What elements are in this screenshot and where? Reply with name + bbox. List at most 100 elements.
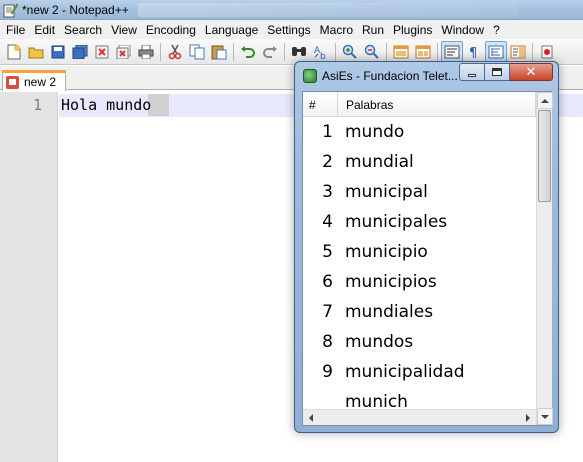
scroll-up-button[interactable]: [537, 92, 553, 109]
item-number: 6: [322, 272, 333, 292]
menu-bar: File Edit Search View Encoding Language …: [0, 20, 583, 39]
zoom-in-button[interactable]: [339, 41, 361, 63]
list-item[interactable]: 5 municipio: [303, 237, 536, 267]
scroll-left-button[interactable]: [303, 410, 319, 426]
item-word: mundos: [345, 332, 414, 352]
close-window-button[interactable]: ✕: [510, 63, 553, 81]
sync-vertical-icon: [393, 45, 409, 58]
list-item[interactable]: 2 mundial: [303, 147, 536, 177]
background-window-hint: [138, 3, 518, 17]
vertical-scrollbar[interactable]: [536, 92, 553, 425]
item-word: mundial: [345, 152, 414, 172]
line-number: 1: [32, 96, 42, 114]
column-divider[interactable]: [337, 92, 338, 117]
arrow-right-icon: [526, 414, 530, 422]
menu-encoding[interactable]: Encoding: [146, 23, 203, 37]
svg-text:¶: ¶: [469, 46, 477, 59]
undo-button[interactable]: [237, 41, 259, 63]
close-all-icon: [116, 44, 131, 59]
arrow-left-icon: [309, 414, 313, 422]
toolbar-separator: [437, 42, 438, 61]
scrollbar-thumb[interactable]: [538, 110, 551, 202]
scroll-down-button[interactable]: [537, 408, 553, 425]
replace-button[interactable]: Ab: [310, 41, 332, 63]
menu-window[interactable]: Window: [441, 23, 491, 37]
minimize-button[interactable]: [459, 63, 485, 81]
item-word: mundiales: [345, 302, 434, 322]
menu-run[interactable]: Run: [362, 23, 391, 37]
record-macro-button[interactable]: [536, 41, 558, 63]
menu-view[interactable]: View: [111, 23, 144, 37]
redo-button[interactable]: [259, 41, 281, 63]
indent-guide-icon: [488, 45, 504, 58]
menu-plugins[interactable]: Plugins: [393, 23, 439, 37]
list-item[interactable]: 9 municipalidad: [303, 357, 536, 387]
asies-window[interactable]: AsiEs - Fundacion Telet... ✕ # Palabras …: [294, 61, 559, 433]
word-wrap-button[interactable]: [441, 40, 463, 63]
find-icon: [292, 46, 306, 56]
column-header-words[interactable]: Palabras: [346, 98, 393, 112]
window-title: *new 2 - Notepad++: [22, 3, 129, 17]
scroll-right-button[interactable]: [520, 410, 536, 426]
editor-text[interactable]: Hola mundo: [61, 96, 151, 114]
cut-button[interactable]: [164, 41, 186, 63]
item-number: 9: [322, 362, 333, 382]
item-number: 3: [322, 182, 333, 202]
toolbar-separator: [386, 42, 387, 61]
list-item[interactable]: 8 mundos: [303, 327, 536, 357]
menu-settings[interactable]: Settings: [267, 23, 317, 37]
menu-file[interactable]: File: [6, 23, 32, 37]
sync-vertical-button[interactable]: [390, 41, 412, 63]
column-header-number[interactable]: #: [309, 98, 316, 112]
toolbar-separator: [335, 42, 336, 61]
show-all-chars-button[interactable]: ¶: [463, 41, 485, 63]
menu-edit[interactable]: Edit: [34, 23, 62, 37]
paste-button[interactable]: [208, 41, 230, 63]
list-item[interactable]: 4 municipales: [303, 207, 536, 237]
indent-guide-button[interactable]: [485, 40, 507, 63]
list-item[interactable]: 7 mundiales: [303, 297, 536, 327]
tab-new-2[interactable]: new 2: [2, 70, 66, 91]
menu-help[interactable]: ?: [493, 23, 507, 37]
show-all-chars-icon: ¶: [469, 46, 477, 59]
toolbar-separator: [532, 42, 533, 61]
list-item[interactable]: 1 mundo: [303, 117, 536, 147]
zoom-out-button[interactable]: [361, 41, 383, 63]
find-button[interactable]: [288, 41, 310, 63]
suggestions-list[interactable]: # Palabras 1 mundo 2 mundial 3 municipal 4m…: [302, 91, 553, 426]
close-window-icon: ✕: [525, 64, 537, 80]
close-icon: [95, 45, 109, 58]
item-word: municipal: [345, 182, 428, 202]
maximize-icon: [492, 68, 502, 76]
list-item[interactable]: 6 municipios: [303, 267, 536, 297]
save-button[interactable]: [47, 41, 69, 63]
item-number: 8: [322, 332, 333, 352]
minimize-icon: [468, 73, 476, 77]
horizontal-scrollbar[interactable]: [303, 409, 536, 425]
line-number-gutter[interactable]: 1: [0, 92, 58, 462]
copy-button[interactable]: [186, 41, 208, 63]
asies-app-icon[interactable]: [303, 69, 317, 83]
menu-search[interactable]: Search: [64, 23, 109, 37]
notepadpp-app-icon[interactable]: [2, 2, 18, 18]
close-file-button[interactable]: [91, 41, 113, 63]
close-all-button[interactable]: [113, 41, 135, 63]
menu-language[interactable]: Language: [205, 23, 265, 37]
save-all-button[interactable]: [69, 41, 91, 63]
list-item[interactable]: 3 municipal: [303, 177, 536, 207]
print-button[interactable]: [135, 41, 157, 63]
sync-horizontal-button[interactable]: [412, 41, 434, 63]
open-file-button[interactable]: [25, 41, 47, 63]
menu-macro[interactable]: Macro: [320, 23, 360, 37]
document-map-button[interactable]: [507, 41, 529, 63]
print-icon: [138, 44, 154, 59]
list-header: # Palabras: [303, 92, 536, 117]
maximize-button[interactable]: [485, 63, 510, 81]
copy-icon: [189, 44, 205, 59]
item-number: 4: [322, 212, 333, 232]
tab-label: new 2: [24, 75, 57, 89]
cut-icon: [168, 44, 182, 59]
main-titlebar[interactable]: *new 2 - Notepad++: [0, 0, 583, 20]
new-file-button[interactable]: [3, 41, 25, 63]
paste-icon: [211, 45, 227, 59]
